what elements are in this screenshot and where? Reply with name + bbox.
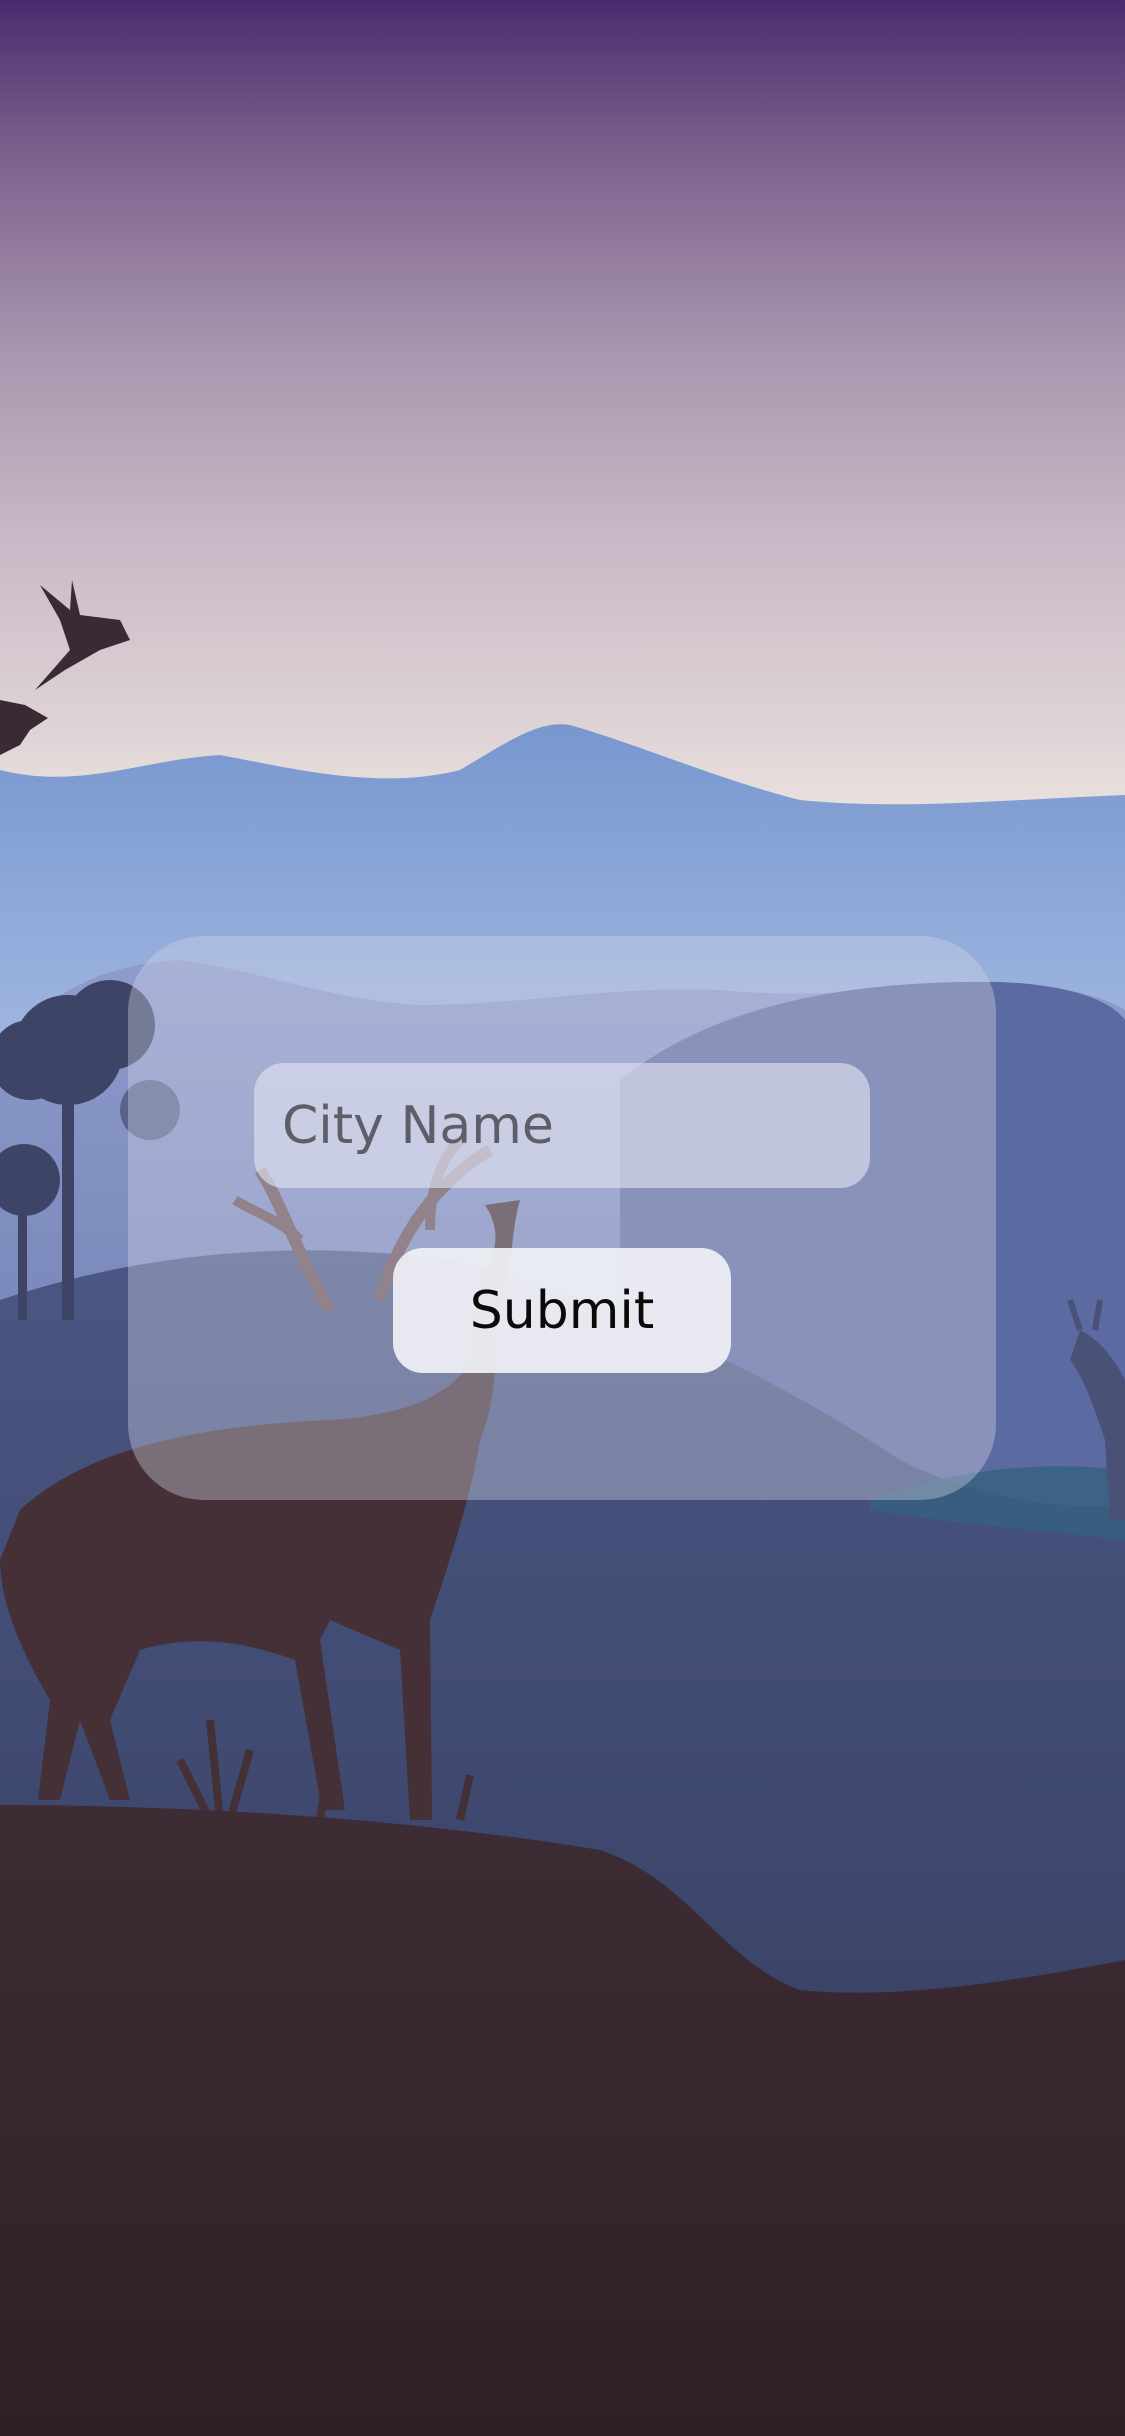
city-form-panel [128, 936, 996, 1500]
submit-button[interactable]: Submit [393, 1248, 731, 1373]
city-name-input[interactable] [254, 1063, 870, 1188]
bird-silhouettes [0, 580, 130, 755]
app-screen: Submit [0, 0, 1125, 2436]
